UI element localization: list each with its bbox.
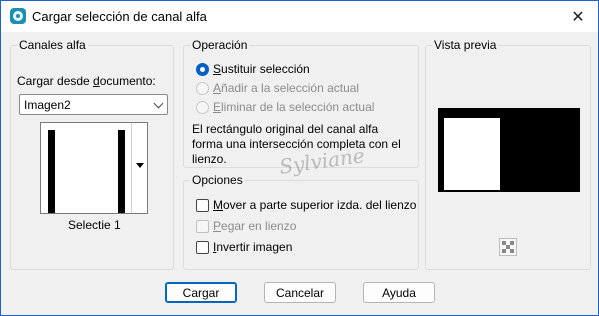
radio-add-to-selection[interactable]: [196, 82, 209, 95]
radio-remove-accel: E: [213, 100, 222, 114]
app-icon: [10, 8, 26, 24]
load-from-label-accel: d: [93, 74, 100, 88]
thumbnail-left-bar: [48, 130, 55, 213]
preview-image: [438, 108, 580, 192]
thumbnail-right-bar: [118, 130, 125, 213]
checkbox-paste-on-canvas-label[interactable]: Pegar en lienzo: [213, 219, 296, 233]
radio-remove-text: liminar de la selección actual: [221, 100, 375, 114]
document-select[interactable]: Imagen2: [19, 94, 168, 115]
radio-replace-selection-label[interactable]: Sustituir selección: [213, 62, 310, 76]
radio-replace-text: ustituir selección: [221, 62, 310, 76]
load-from-label-pre: Cargar desde: [17, 74, 94, 88]
radio-add-text: ñadir a la selección actual: [221, 81, 360, 95]
document-select-value: Imagen2: [24, 98, 71, 112]
radio-remove-from-selection[interactable]: [196, 101, 209, 114]
channel-thumbnail: [44, 126, 129, 213]
paste-accel: P: [213, 219, 222, 233]
transparency-checker-icon[interactable]: [499, 238, 517, 256]
radio-add-to-selection-label[interactable]: Añadir a la selección actual: [213, 81, 359, 95]
radio-remove-from-selection-label[interactable]: Eliminar de la selección actual: [213, 100, 374, 114]
checkbox-move-top-left-label[interactable]: Mover a parte superior izda. del lienzo: [213, 198, 416, 212]
thumbnail-dropdown-button[interactable]: [131, 123, 147, 213]
operation-group-title: Operación: [190, 38, 250, 52]
radio-replace-accel: S: [213, 62, 222, 76]
checkbox-move-top-left[interactable]: [196, 199, 209, 212]
radio-replace-selection[interactable]: [196, 63, 209, 76]
title-bar[interactable]: Cargar selección de canal alfa ✕: [1, 1, 598, 32]
dropdown-triangle-icon: [136, 163, 144, 168]
alpha-channels-group: Canales alfa Cargar desde documento: Ima…: [10, 38, 174, 270]
move-text: over a parte superior izda. del lienzo: [223, 198, 417, 212]
help-button[interactable]: Ayuda: [363, 282, 435, 303]
preview-group: Vista previa: [425, 38, 591, 270]
load-from-document-label: Cargar desde documento:: [17, 74, 156, 88]
invert-text: nvertir imagen: [216, 240, 293, 254]
checkbox-invert-image[interactable]: [196, 241, 209, 254]
chevron-down-icon: [153, 98, 164, 109]
preview-group-title: Vista previa: [432, 38, 499, 52]
load-from-label-post: ocumento:: [99, 74, 156, 88]
radio-add-accel: A: [213, 81, 222, 95]
options-group: Opciones Mover a parte superior izda. de…: [183, 173, 419, 270]
checkbox-invert-image-label[interactable]: Invertir imagen: [213, 240, 292, 254]
close-button[interactable]: ✕: [558, 1, 598, 32]
move-accel: M: [213, 198, 223, 212]
checkbox-paste-on-canvas[interactable]: [196, 220, 209, 233]
preview-selection-area: [444, 118, 500, 190]
operation-group: Operación Sustituir selección Añadir a l…: [183, 38, 419, 168]
load-button[interactable]: Cargar: [165, 282, 237, 303]
dialog-window: Cargar selección de canal alfa ✕ Canales…: [0, 0, 599, 316]
alpha-channels-group-title: Canales alfa: [17, 38, 88, 52]
window-title: Cargar selección de canal alfa: [32, 9, 207, 24]
paste-text: egar en lienzo: [221, 219, 297, 233]
options-group-title: Opciones: [190, 173, 245, 187]
channel-thumbnail-picker[interactable]: [40, 122, 148, 214]
cancel-button[interactable]: Cancelar: [264, 282, 336, 303]
channel-name-label: Selectie 1: [68, 218, 121, 232]
